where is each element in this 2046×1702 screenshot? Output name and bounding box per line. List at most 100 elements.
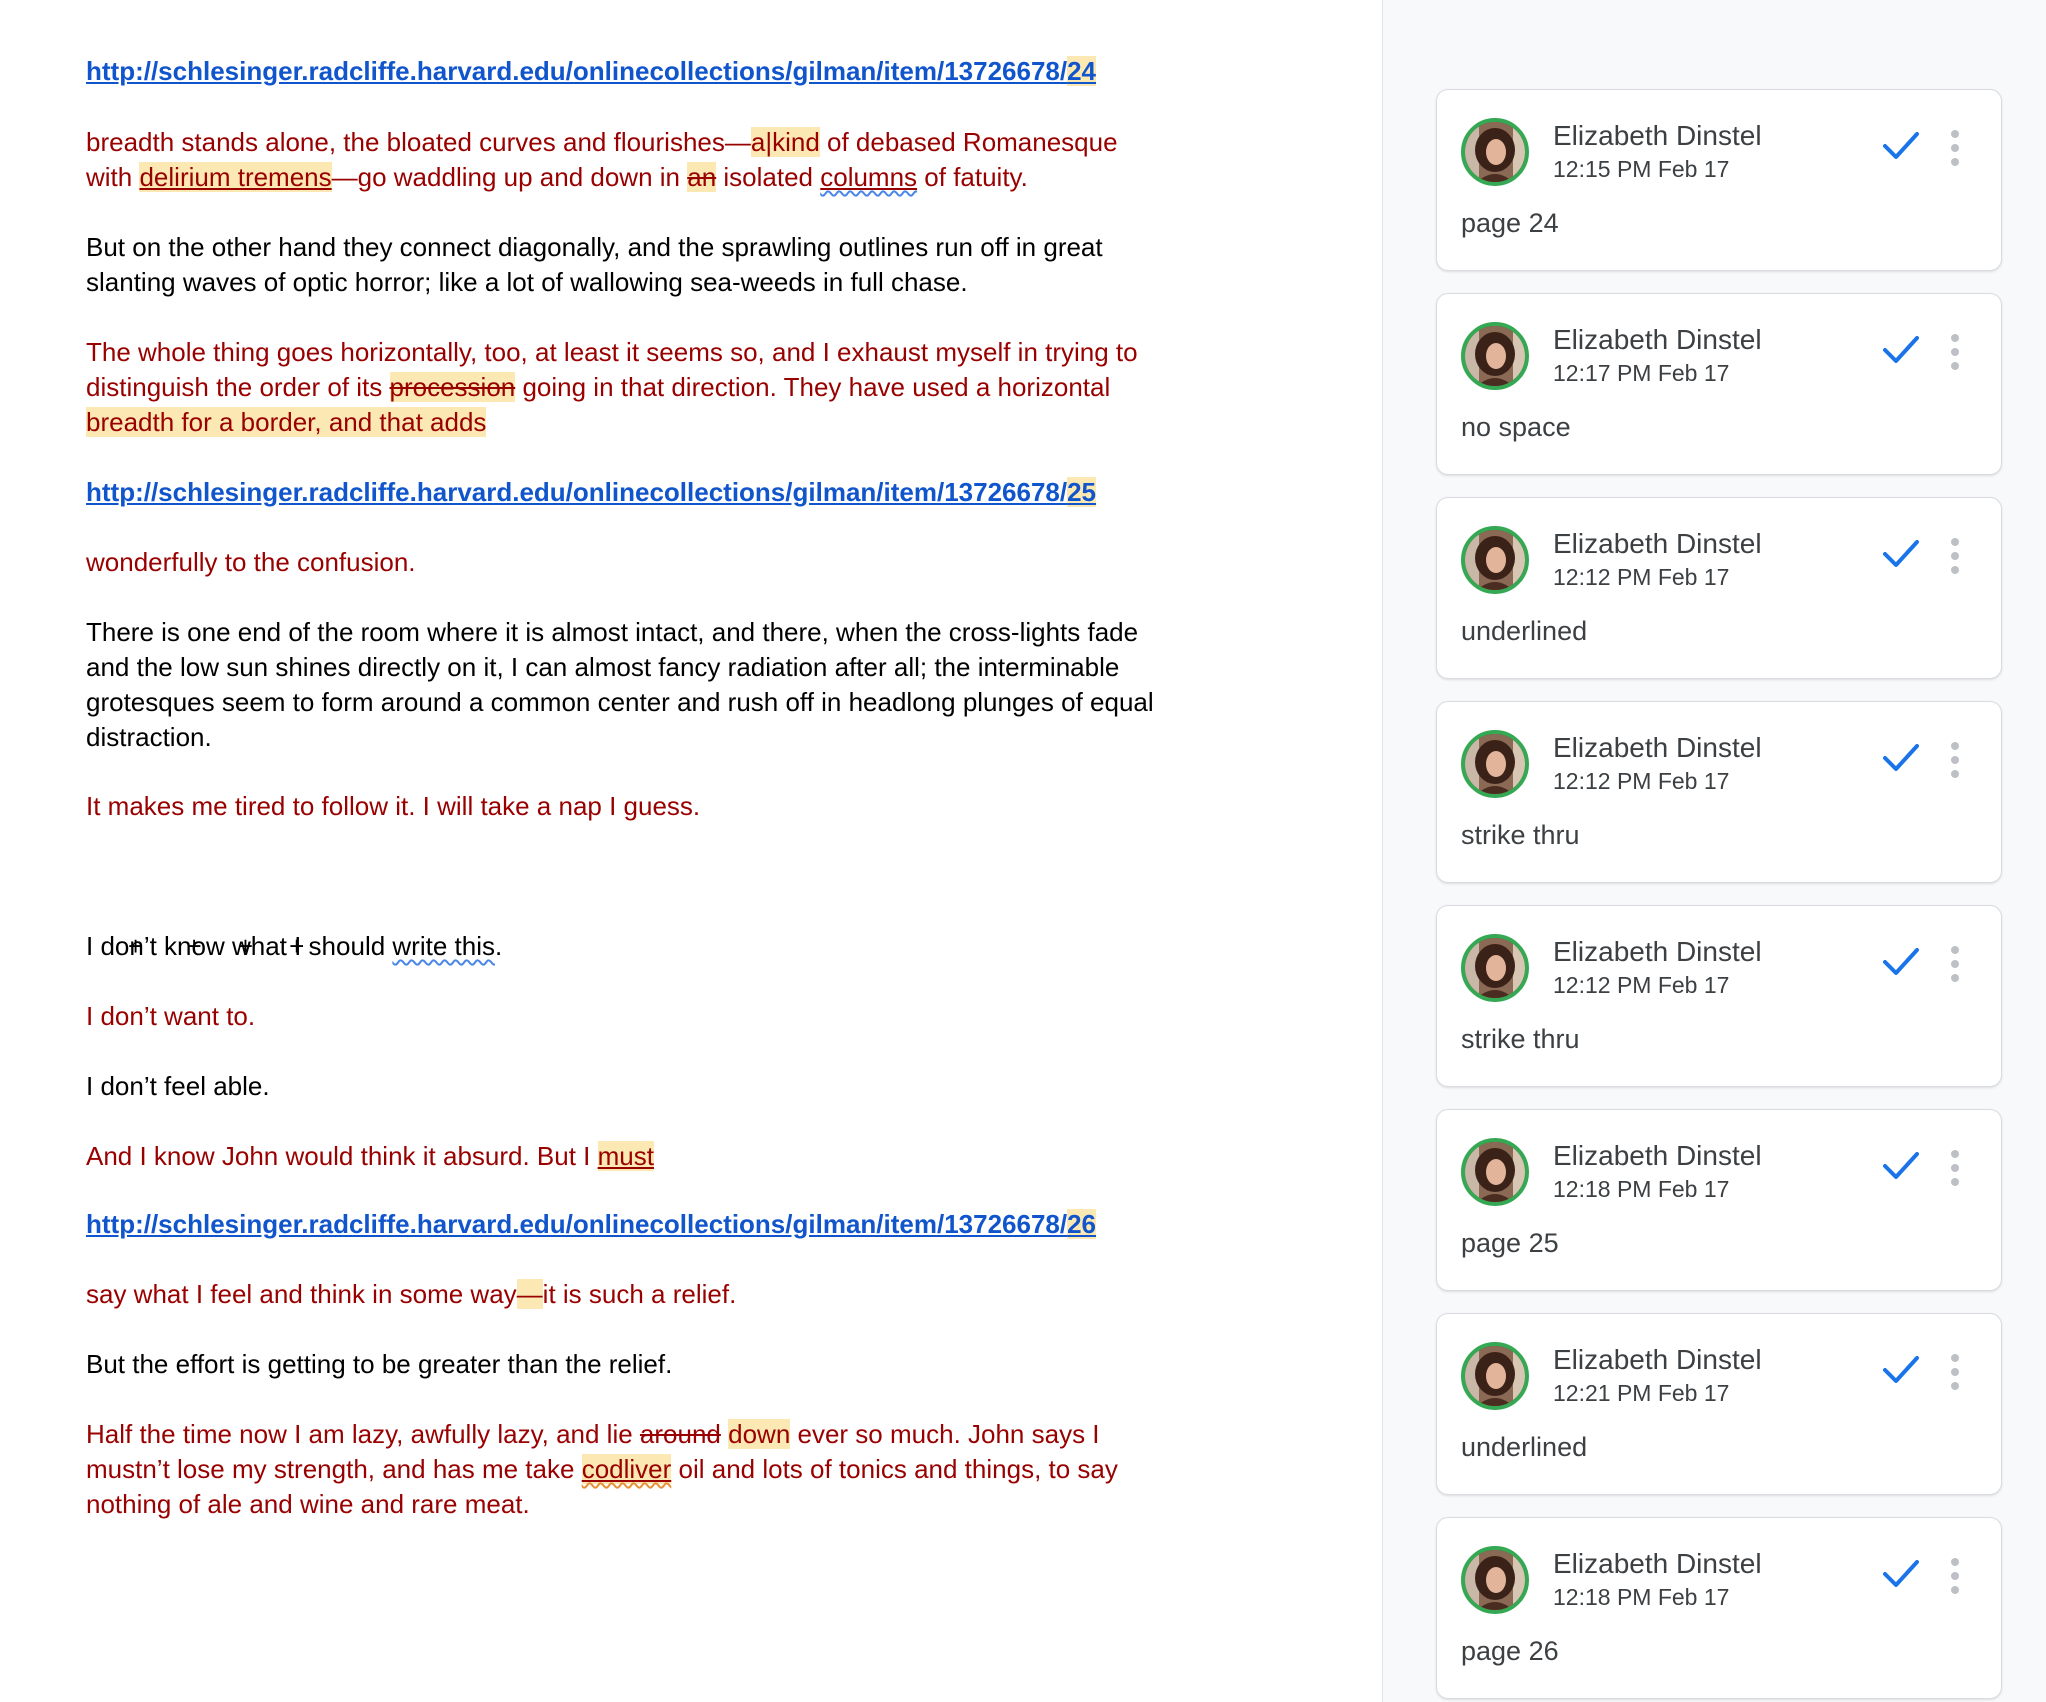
text-line: nothing of ale and wine and rare meat. [86, 1489, 530, 1519]
page-link[interactable]: http://schlesinger.radcliffe.harvard.edu… [86, 56, 1097, 86]
underlined-commented-text[interactable]: must [597, 1141, 654, 1171]
paragraph: I don’t feel able. [86, 1069, 1246, 1104]
comment-card[interactable]: Elizabeth Dinstel 12:18 PM Feb 17 page 2… [1436, 1109, 2002, 1291]
commented-text[interactable]: a|kind [750, 127, 820, 157]
text-line: It makes me tired to follow it. I will t… [86, 791, 701, 821]
page-link[interactable]: http://schlesinger.radcliffe.harvard.edu… [86, 477, 1097, 507]
paragraph: wonderfully to the confusion. [86, 545, 1246, 580]
text-run: of debased Romanesque [819, 127, 1118, 157]
comment-body: no space [1461, 412, 1571, 442]
comment-card[interactable]: Elizabeth Dinstel 12:12 PM Feb 17 underl… [1436, 497, 2002, 679]
strikethrough-text[interactable]: around [640, 1419, 721, 1449]
page-link-paragraph: http://schlesinger.radcliffe.harvard.edu… [86, 1207, 1246, 1242]
paragraph: And I know John would think it absurd. B… [86, 1139, 1246, 1174]
text-line: The whole thing goes horizontally, too, … [86, 337, 1138, 367]
comment-body: page 24 [1461, 208, 1559, 238]
text-run: . [494, 931, 503, 961]
text-run: going in that direction. They have used … [515, 372, 1111, 402]
checkmark-icon[interactable] [1881, 740, 1921, 776]
more-vert-icon[interactable] [1949, 128, 1961, 168]
text-line: But the effort is getting to be greater … [86, 1349, 673, 1379]
page-link[interactable]: http://schlesinger.radcliffe.harvard.edu… [86, 1209, 1097, 1239]
spellcheck-word[interactable]: columns [820, 162, 917, 192]
commented-text[interactable]: breadth for a border, and that adds [86, 407, 487, 437]
text-run: ever so much. John says I [790, 1419, 1100, 1449]
comment-author: Elizabeth Dinstel [1553, 936, 1762, 967]
comment-author: Elizabeth Dinstel [1553, 1344, 1762, 1375]
comment-author: Elizabeth Dinstel [1553, 324, 1762, 355]
page-link-paragraph: http://schlesinger.radcliffe.harvard.edu… [86, 475, 1246, 510]
user-avatar [1461, 1546, 1529, 1614]
text-run: I don’t know what I should [86, 931, 393, 961]
paragraph: say what I feel and think in some way—it… [86, 1277, 1246, 1312]
text-line: There is one end of the room where it is… [86, 617, 1139, 647]
comment-body: strike thru [1461, 1024, 1580, 1054]
more-vert-icon[interactable] [1949, 536, 1961, 576]
more-vert-icon[interactable] [1949, 332, 1961, 372]
text-run: mustn’t lose my strength, and has me tak… [86, 1454, 582, 1484]
comment-body: underlined [1461, 1432, 1588, 1462]
document-body[interactable]: http://schlesinger.radcliffe.harvard.edu… [0, 0, 1382, 1702]
comment-author: Elizabeth Dinstel [1553, 120, 1762, 151]
comment-author: Elizabeth Dinstel [1553, 732, 1762, 763]
comment-body: page 25 [1461, 1228, 1559, 1258]
more-vert-icon[interactable] [1949, 1148, 1961, 1188]
comments-panel: Elizabeth Dinstel 12:15 PM Feb 17 page 2… [1382, 0, 2046, 1702]
comment-timestamp: 12:15 PM Feb 17 [1553, 156, 1730, 182]
paragraph: I don’t know what I should write this. [86, 929, 1246, 964]
text-run: say what I feel and think in some way [86, 1279, 517, 1309]
spellcheck-word[interactable]: codliver [581, 1454, 672, 1484]
checkmark-icon[interactable] [1881, 1556, 1921, 1592]
text-line: distraction. [86, 722, 212, 752]
comment-body: strike thru [1461, 820, 1580, 850]
strikethrough-commented-text[interactable]: an [687, 162, 717, 192]
comment-card[interactable]: Elizabeth Dinstel 12:18 PM Feb 17 page 2… [1436, 1517, 2002, 1699]
comment-card[interactable]: Elizabeth Dinstel 12:12 PM Feb 17 strike… [1436, 905, 2002, 1087]
link-page-number: 25 [1067, 477, 1097, 507]
text-line: I don’t feel able. [86, 1071, 270, 1101]
user-avatar [1461, 934, 1529, 1002]
comment-card[interactable]: Elizabeth Dinstel 12:21 PM Feb 17 underl… [1436, 1313, 2002, 1495]
comment-card[interactable]: Elizabeth Dinstel 12:15 PM Feb 17 page 2… [1436, 89, 2002, 271]
text-run: it is such a relief. [542, 1279, 737, 1309]
link-text: http://schlesinger.radcliffe.harvard.edu… [86, 56, 1068, 86]
checkmark-icon[interactable] [1881, 944, 1921, 980]
more-vert-icon[interactable] [1949, 740, 1961, 780]
paragraph: But the effort is getting to be greater … [86, 1347, 1246, 1382]
comment-card[interactable]: Elizabeth Dinstel 12:12 PM Feb 17 strike… [1436, 701, 2002, 883]
more-vert-icon[interactable] [1949, 1556, 1961, 1596]
commented-text[interactable]: down [728, 1419, 791, 1449]
checkmark-icon[interactable] [1881, 1352, 1921, 1388]
spellcheck-underline: codliver [581, 1454, 672, 1484]
grammar-suggestion-text[interactable]: write this [392, 931, 495, 961]
comment-card[interactable]: Elizabeth Dinstel 12:17 PM Feb 17 no spa… [1436, 293, 2002, 475]
paragraph: But on the other hand they connect diago… [86, 230, 1246, 300]
comment-body: page 26 [1461, 1636, 1559, 1666]
more-vert-icon[interactable] [1949, 1352, 1961, 1392]
comment-author: Elizabeth Dinstel [1553, 1548, 1762, 1579]
commented-text[interactable]: — [516, 1279, 543, 1309]
text-line: wonderfully to the confusion. [86, 547, 416, 577]
paragraph: It makes me tired to follow it. I will t… [86, 789, 1246, 824]
underlined-commented-text[interactable]: delirium tremens [139, 162, 332, 192]
strikethrough-commented-text[interactable]: procession [389, 372, 516, 402]
link-text: http://schlesinger.radcliffe.harvard.edu… [86, 477, 1068, 507]
paragraph: breadth stands alone, the bloated curves… [86, 125, 1246, 195]
text-line: grotesques seem to form around a common … [86, 687, 1154, 717]
comment-body: underlined [1461, 616, 1588, 646]
text-line: slanting waves of optic horror; like a l… [86, 267, 968, 297]
text-run: And I know John would think it absurd. B… [86, 1141, 598, 1171]
comment-timestamp: 12:18 PM Feb 17 [1553, 1176, 1730, 1202]
paragraph: I don’t want to. [86, 999, 1246, 1034]
checkmark-icon[interactable] [1881, 128, 1921, 164]
page-link-paragraph: http://schlesinger.radcliffe.harvard.edu… [86, 54, 1246, 89]
checkmark-icon[interactable] [1881, 1148, 1921, 1184]
checkmark-icon[interactable] [1881, 332, 1921, 368]
text-run: —go waddling up and down in [331, 162, 688, 192]
link-page-number: 26 [1067, 1209, 1097, 1239]
user-avatar [1461, 322, 1529, 390]
checkmark-icon[interactable] [1881, 536, 1921, 572]
spellcheck-underline: columns [820, 162, 918, 192]
user-avatar [1461, 526, 1529, 594]
more-vert-icon[interactable] [1949, 944, 1961, 984]
